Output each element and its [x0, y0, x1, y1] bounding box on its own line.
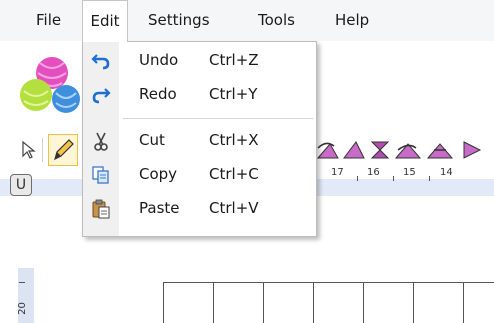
pencil-tool-button[interactable] [48, 134, 78, 166]
u-toggle-button[interactable]: U [10, 174, 32, 196]
knit-symbol-icon[interactable] [316, 142, 339, 159]
grid-cell[interactable] [413, 282, 463, 323]
ruler-tick [357, 176, 358, 181]
grid-cell[interactable] [313, 282, 363, 323]
grid-cell[interactable] [463, 282, 494, 323]
ruler-number: 14 [440, 167, 453, 178]
menu-item-shortcut: Ctrl+Y [209, 85, 258, 103]
menu-item-cut[interactable]: Cut Ctrl+X [83, 126, 316, 156]
menu-item-undo[interactable]: Undo Ctrl+Z [83, 46, 316, 76]
menu-item-label: Copy [139, 165, 178, 183]
pointer-icon[interactable] [20, 140, 36, 160]
knitting-symbol-toolbar [316, 141, 482, 159]
menu-tools[interactable]: Tools [258, 0, 295, 41]
edit-menu-dropdown: Undo Ctrl+Z Redo Ctrl+Y Cut Ctrl+X Copy … [82, 41, 317, 237]
pencil-icon [54, 139, 74, 161]
menu-bar: File Edit Settings Tools Help [0, 0, 494, 42]
menu-item-shortcut: Ctrl+V [209, 199, 259, 217]
menu-file[interactable]: File [36, 0, 61, 41]
menu-item-label: Undo [139, 51, 179, 69]
twist-symbol-icon[interactable] [426, 143, 454, 159]
ruler-number: 15 [403, 167, 416, 178]
copy-icon [92, 166, 109, 184]
paste-icon [92, 199, 110, 219]
toolbar-divider [42, 138, 43, 162]
menu-item-copy[interactable]: Copy Ctrl+C [83, 160, 316, 190]
undo-icon [91, 54, 110, 70]
menu-settings[interactable]: Settings [148, 0, 210, 41]
ruler-number: 17 [331, 167, 344, 178]
menu-edit[interactable]: Edit [82, 0, 128, 42]
grid-cell[interactable] [363, 282, 413, 323]
menu-item-shortcut: Ctrl+Z [209, 51, 259, 69]
menu-item-shortcut: Ctrl+C [209, 165, 259, 183]
grid-cell[interactable] [163, 282, 213, 323]
grid-cell[interactable] [213, 282, 263, 323]
grid-cell[interactable] [263, 282, 313, 323]
menu-item-label: Redo [139, 85, 177, 103]
side-ruler-tick [19, 282, 25, 283]
yarn-logo-icon [20, 57, 80, 113]
ruler-number: 16 [367, 167, 380, 178]
menu-item-shortcut: Ctrl+X [209, 131, 259, 149]
menu-item-redo[interactable]: Redo Ctrl+Y [83, 80, 316, 110]
ruler-tick [393, 176, 394, 181]
menu-item-label: Cut [139, 131, 165, 149]
decrease-symbol-icon[interactable] [343, 141, 365, 159]
cable-symbol-icon[interactable] [394, 143, 422, 159]
menu-help[interactable]: Help [335, 0, 369, 41]
redo-icon [92, 88, 111, 104]
cut-icon [94, 132, 108, 151]
ruler-tick [429, 176, 430, 181]
increase-symbol-icon[interactable] [370, 141, 390, 159]
menu-separator [123, 118, 313, 119]
arrow-symbol-icon[interactable] [463, 141, 482, 159]
menu-item-label: Paste [139, 199, 180, 217]
menu-item-paste[interactable]: Paste Ctrl+V [83, 194, 316, 224]
side-ruler-number: 20 [16, 302, 28, 315]
